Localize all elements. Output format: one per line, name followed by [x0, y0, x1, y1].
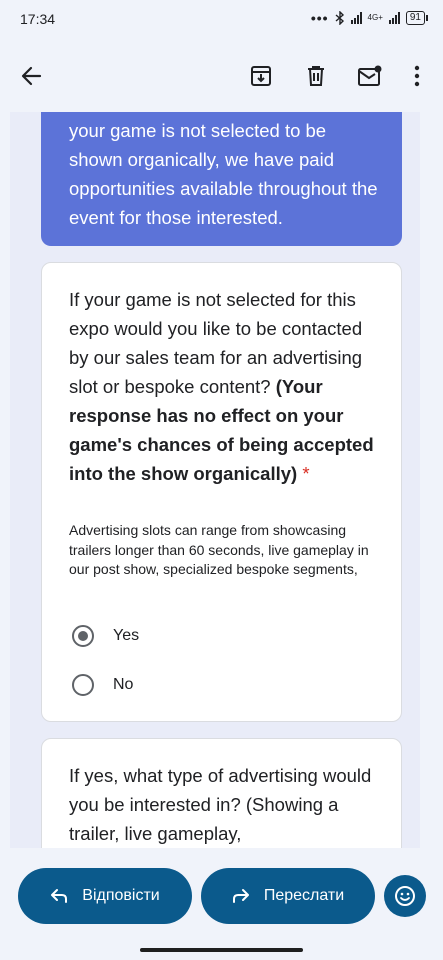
question-card-advertising-type: If yes, what type of advertising would y… [41, 738, 402, 848]
battery-icon: 91 [405, 11, 429, 25]
forward-button[interactable]: Переслати [201, 868, 375, 924]
question-title: If your game is not selected for this ex… [69, 285, 384, 488]
forward-label: Переслати [263, 887, 345, 904]
option-label: No [113, 676, 134, 693]
option-label: Yes [113, 627, 140, 644]
emoji-reaction-icon [395, 886, 415, 906]
signal-icon [350, 12, 362, 24]
required-mark: * [302, 463, 310, 484]
archive-icon[interactable] [245, 60, 277, 92]
radio-unchecked-icon[interactable] [72, 674, 94, 696]
option-no[interactable]: No [72, 674, 133, 696]
delete-icon[interactable] [300, 60, 332, 92]
mark-unread-icon[interactable] [354, 60, 386, 92]
notification-dots: ••• [310, 10, 329, 26]
form-banner: your game is not selected to be shown or… [41, 112, 402, 246]
status-bar: 17:34 ••• 4G+ 91 [0, 0, 443, 40]
more-vert-icon[interactable] [401, 60, 433, 92]
reply-label: Відповісти [82, 887, 160, 904]
network-label: 4G+ [367, 13, 383, 22]
question-title: If yes, what type of advertising would y… [69, 765, 372, 844]
signal-icon-2 [388, 12, 400, 24]
emoji-reaction-button[interactable] [384, 875, 426, 917]
status-time: 17:34 [20, 11, 56, 27]
radio-checked-icon[interactable] [72, 625, 94, 647]
forward-icon [232, 889, 249, 903]
bottom-action-bar: Відповісти Переслати [0, 848, 443, 960]
back-arrow-icon[interactable] [15, 60, 47, 92]
question-card-advertising-contact: If your game is not selected for this ex… [41, 262, 402, 722]
reply-button[interactable]: Відповісти [18, 868, 192, 924]
reply-icon [51, 889, 68, 903]
bluetooth-icon [335, 11, 344, 25]
form-content[interactable]: your game is not selected to be shown or… [10, 112, 420, 848]
banner-text: your game is not selected to be shown or… [69, 120, 378, 228]
home-indicator[interactable] [140, 948, 303, 952]
status-icons: ••• 4G+ 91 [310, 10, 429, 26]
question-description: Advertising slots can range from showcas… [69, 522, 369, 577]
app-bar [0, 40, 443, 112]
option-yes[interactable]: Yes [72, 625, 139, 647]
